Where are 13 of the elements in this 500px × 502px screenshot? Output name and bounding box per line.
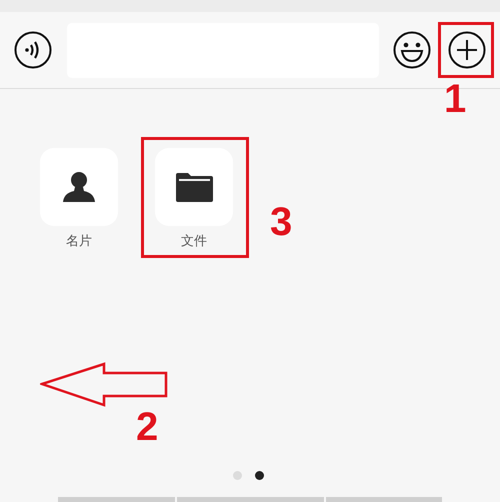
tile-label: 名片: [66, 233, 92, 249]
emoji-icon[interactable]: [393, 31, 431, 69]
add-icon[interactable]: [448, 31, 486, 69]
file-button[interactable]: [155, 148, 233, 226]
folder-icon: [176, 172, 212, 202]
voice-icon[interactable]: [14, 31, 52, 69]
step-number: 3: [270, 202, 292, 242]
tile-label: 文件: [181, 233, 207, 249]
contact-card-button[interactable]: [40, 148, 118, 226]
highlight-box: [438, 22, 494, 78]
step-number: 2: [136, 407, 158, 447]
person-icon: [62, 171, 96, 203]
step-number: 1: [444, 79, 466, 119]
